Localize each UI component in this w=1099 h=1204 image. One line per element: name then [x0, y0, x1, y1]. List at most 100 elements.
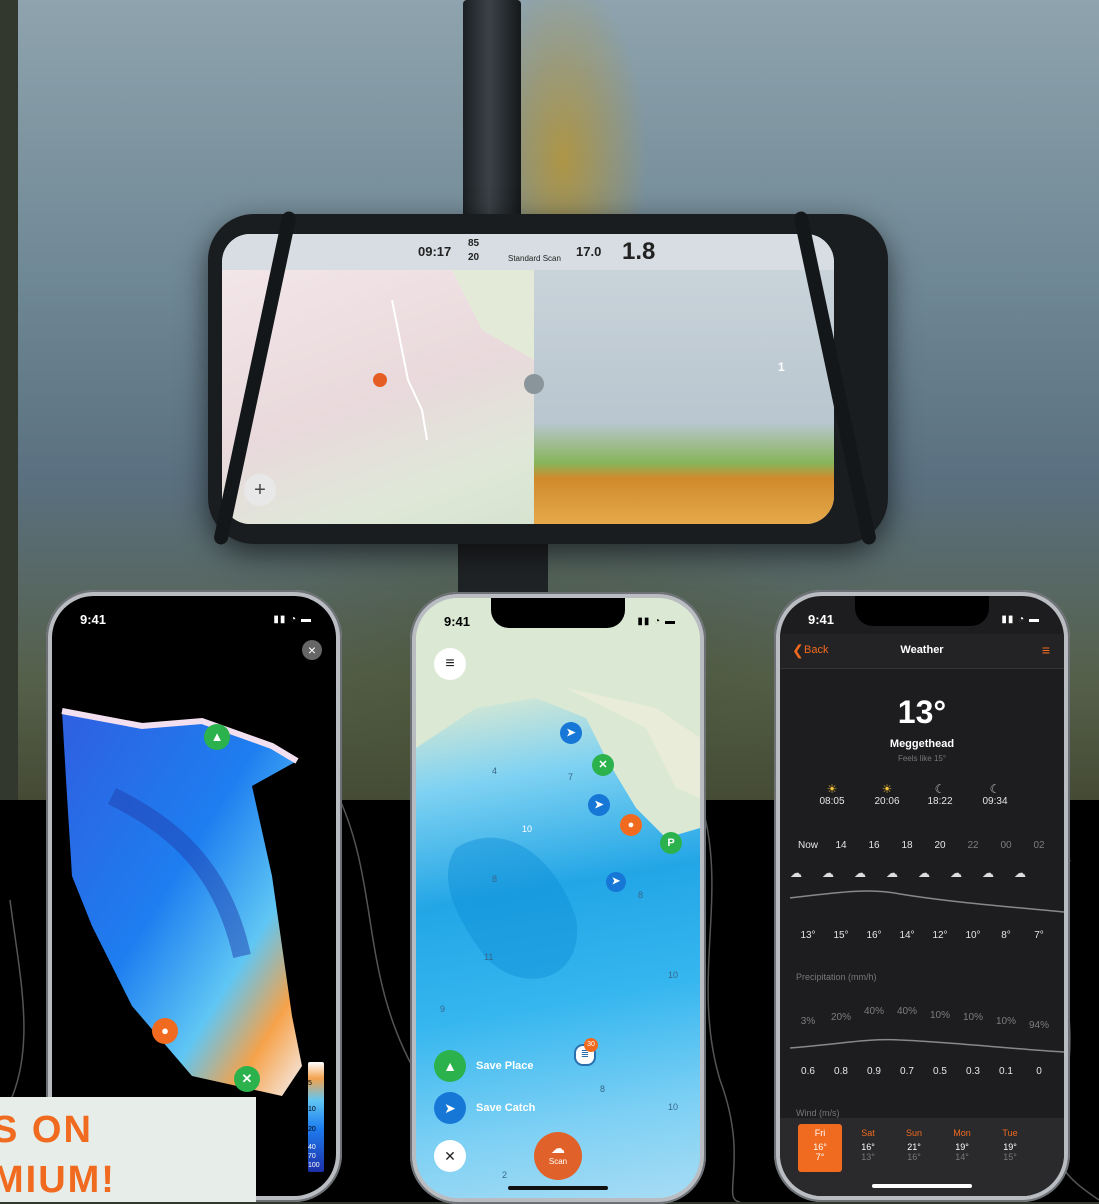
moonset-icon: ☾ — [989, 782, 1001, 796]
day-tue[interactable]: Tue 19° 15° — [990, 1124, 1030, 1162]
promo-line-1: S ON — [0, 1109, 93, 1151]
location-name: Meggethead — [889, 738, 955, 750]
legend-5: 5 — [308, 1080, 312, 1087]
day-lo: 13° — [861, 1152, 875, 1162]
hero-user-marker — [373, 373, 387, 387]
hero-status-bar: 09:17 85 20 Standard Scan 17.0 1.8 — [222, 234, 834, 270]
day-name: Sun — [905, 1128, 922, 1138]
phone-weather: 9:41 ▮▮ ◔ ▬ ❮ Back Weather ≡ 13° Meggeth… — [774, 590, 1070, 1202]
save-catch-icon[interactable]: ➤ — [434, 1092, 466, 1124]
legend-10: 10 — [308, 1106, 316, 1113]
day-fri[interactable]: Fri 16° 7° — [798, 1124, 842, 1172]
day-name: Mon — [953, 1128, 971, 1138]
hour-label: 02 — [1033, 840, 1045, 851]
day-lo: 14° — [955, 1152, 969, 1162]
status-time: 9:41 — [444, 614, 471, 629]
depth-label: 10 — [668, 970, 679, 980]
menu-button[interactable]: ≡ — [434, 648, 466, 680]
depth-label: 11 — [484, 952, 494, 962]
status-time: 9:41 — [808, 612, 835, 627]
scan-icon: ☁ — [551, 1140, 565, 1156]
hour-temp: 7° — [1034, 930, 1044, 941]
hourly-weather-icons: ☁☁☁☁☁☁☁☁ — [790, 866, 1046, 880]
status-icons: ▮▮ ◔ ▬ — [1001, 614, 1040, 625]
sunrise: ☀ 08:05 — [812, 782, 852, 807]
save-catch-label[interactable]: Save Catch — [476, 1102, 535, 1114]
day-sun[interactable]: Sun 21° 16° — [894, 1124, 934, 1162]
depth-legend: 5 10 20 40 70 100 — [308, 1062, 324, 1172]
current-temp: 13° — [897, 694, 947, 730]
close-fab-button[interactable]: ✕ — [434, 1140, 466, 1172]
legend-100: 100 — [308, 1162, 320, 1169]
day-lo: 16° — [907, 1152, 921, 1162]
precip-curve — [789, 1038, 1064, 1053]
promo-banner[interactable]: S ON MIUM! — [0, 1097, 256, 1202]
notch — [855, 596, 989, 626]
moonset: ☾ 09:34 — [975, 782, 1015, 807]
pin-catch-icon[interactable]: ✕ — [234, 1066, 260, 1092]
hero-sonar-pane: 1 — [534, 270, 834, 524]
day-hi: 21° — [907, 1142, 921, 1152]
precip-mm: 0 — [1036, 1066, 1042, 1077]
promo-line-2: MIUM! — [0, 1159, 116, 1201]
day-hi: 19° — [955, 1142, 969, 1152]
depth-label: 10 — [668, 1102, 679, 1112]
hero-depth: 1.8 — [622, 238, 656, 265]
hero-depth-marker: 1 — [778, 360, 785, 374]
pin-person-icon[interactable]: ● — [152, 1018, 178, 1044]
moonrise: ☾ 18:22 — [920, 782, 960, 807]
sunrise-time: 08:05 — [819, 796, 845, 807]
save-place-icon[interactable]: ▲ — [434, 1050, 466, 1082]
moonrise-icon: ☾ — [934, 782, 946, 796]
sunset: ☀ 20:06 — [867, 782, 907, 807]
cluster-count-badge: 30 — [584, 1038, 598, 1052]
settings-icon[interactable]: ≡ — [1042, 642, 1050, 658]
fish-pin-icon[interactable]: ➤ — [560, 722, 582, 744]
depth-label: 9 — [440, 1004, 446, 1014]
pin-green-icon[interactable]: ▲ — [204, 724, 230, 750]
feels-like: Feels like 15° — [897, 754, 947, 763]
day-lo: 15° — [1003, 1152, 1017, 1162]
depth-label: 7 — [568, 772, 574, 782]
hero-time: 09:17 — [418, 244, 452, 259]
day-sat[interactable]: Sat 16° 13° — [848, 1124, 888, 1162]
notch — [491, 598, 625, 628]
phone-map-screen: 9:41 ▮▮ ◔ ▬ ≡ 4 7 10 8 11 10 8 9 10 8 2 … — [416, 598, 700, 1198]
fish-pin-icon[interactable]: ➤ — [588, 794, 610, 816]
day-mon[interactable]: Mon 19° 14° — [942, 1124, 982, 1162]
fish-pin-icon[interactable]: ➤ — [606, 872, 626, 892]
hero-temperature: 17.0 — [576, 244, 602, 259]
legend-40: 40 — [308, 1144, 316, 1151]
mounted-phone-screen: 1 09:17 85 20 Standard Scan 17.0 1.8 + — [222, 234, 834, 524]
depth-label: 8 — [492, 874, 498, 884]
parking-pin-icon[interactable]: P — [660, 832, 682, 854]
depth-label: 10 — [522, 824, 533, 834]
precipitation-title: Precipitation (mm/h) — [796, 972, 877, 982]
sunset-time: 20:06 — [874, 796, 900, 807]
day-lo: 7° — [815, 1152, 825, 1162]
scan-button[interactable]: ☁ Scan — [534, 1132, 582, 1180]
home-indicator — [872, 1184, 972, 1188]
save-place-label[interactable]: Save Place — [476, 1060, 534, 1072]
hero-mode-label: Standard Scan — [508, 254, 561, 263]
hero-battery-top: 85 — [468, 238, 480, 249]
sunset-icon: ☀ — [881, 782, 893, 796]
person-pin-icon[interactable]: ● — [620, 814, 642, 836]
phone-weather-screen: 9:41 ▮▮ ◔ ▬ ❮ Back Weather ≡ 13° Meggeth… — [780, 596, 1064, 1196]
depth-label: 4 — [492, 766, 498, 776]
depth-label: 2 — [502, 1170, 508, 1180]
depth-label: 8 — [600, 1084, 606, 1094]
phone-map: 9:41 ▮▮ ◔ ▬ ≡ 4 7 10 8 11 10 8 9 10 8 2 … — [410, 592, 706, 1204]
wind-title: Wind (m/s) — [796, 1108, 840, 1118]
moonrise-time: 18:22 — [927, 796, 953, 807]
temp-curve — [789, 890, 1064, 913]
home-indicator — [508, 1186, 608, 1190]
scan-label: Scan — [548, 1157, 568, 1166]
catch-pin-icon[interactable]: ✕ — [592, 754, 614, 776]
moonset-time: 09:34 — [982, 796, 1008, 807]
sunrise-icon: ☀ — [826, 782, 838, 796]
day-name: Fri — [814, 1128, 826, 1138]
split-handle-icon[interactable] — [524, 374, 544, 394]
hero-zoom-in-button[interactable]: + — [244, 474, 276, 506]
weather-nav-bar: ❮ Back Weather ≡ — [780, 634, 1064, 669]
